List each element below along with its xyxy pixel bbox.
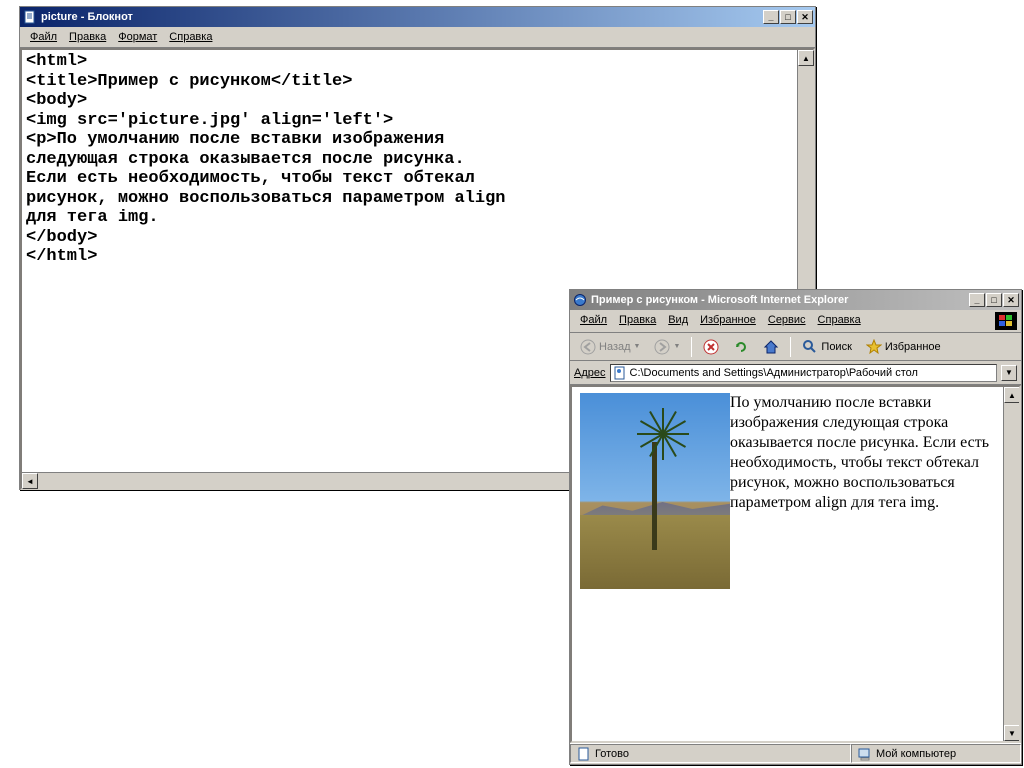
separator [790, 337, 791, 357]
windows-logo-icon [995, 312, 1017, 330]
back-button[interactable]: Назад ▼ [574, 336, 646, 358]
maximize-button[interactable]: □ [986, 293, 1002, 307]
refresh-icon [733, 339, 749, 355]
home-button[interactable] [757, 336, 785, 358]
back-arrow-icon [580, 339, 596, 355]
menu-favorites[interactable]: Избранное [694, 312, 762, 330]
ie-client-area: По умолчанию после вставки изображения с… [570, 385, 1021, 743]
close-button[interactable]: ✕ [797, 10, 813, 24]
notepad-icon [22, 9, 38, 25]
ie-menubar: Файл Правка Вид Избранное Сервис Справка [570, 310, 1021, 333]
address-bar: Адрес C:\Documents and Settings\Админист… [570, 361, 1021, 385]
status-zone: Мой компьютер [851, 744, 1021, 763]
ie-icon [572, 292, 588, 308]
scroll-up-button[interactable]: ▲ [798, 50, 814, 66]
page-icon [577, 747, 591, 761]
menu-help[interactable]: Справка [812, 312, 867, 330]
menu-edit[interactable]: Правка [63, 29, 112, 45]
chevron-down-icon: ▼ [673, 343, 680, 350]
notepad-title: picture - Блокнот [41, 11, 763, 23]
address-value: C:\Documents and Settings\Администратор\… [630, 367, 918, 379]
notepad-text-content[interactable]: <html> <title>Пример с рисунком</title> … [22, 50, 813, 269]
home-icon [763, 339, 779, 355]
ie-toolbar: Назад ▼ ▼ Поиск Избранное [570, 333, 1021, 361]
refresh-button[interactable] [727, 336, 755, 358]
embedded-image [580, 393, 730, 589]
minimize-button[interactable]: _ [969, 293, 985, 307]
ie-statusbar: Готово Мой компьютер [570, 743, 1021, 763]
menu-file[interactable]: Файл [24, 29, 63, 45]
computer-icon [858, 747, 872, 761]
menu-file[interactable]: Файл [574, 312, 613, 330]
separator [691, 337, 692, 357]
favorites-button[interactable]: Избранное [860, 336, 947, 358]
stop-button[interactable] [697, 336, 725, 358]
plant-icon [637, 409, 687, 459]
scroll-down-button[interactable]: ▼ [1004, 725, 1020, 741]
ie-titlebar[interactable]: Пример с рисунком - Microsoft Internet E… [570, 290, 1021, 310]
maximize-button[interactable]: □ [780, 10, 796, 24]
forward-button[interactable]: ▼ [648, 336, 686, 358]
notepad-menubar: Файл Правка Формат Справка [20, 27, 815, 48]
status-left: Готово [570, 744, 851, 763]
page-content: По умолчанию после вставки изображения с… [572, 387, 1003, 741]
menu-edit[interactable]: Правка [613, 312, 662, 330]
address-input[interactable]: C:\Documents and Settings\Администратор\… [610, 364, 998, 382]
search-icon [802, 339, 818, 355]
menu-format[interactable]: Формат [112, 29, 163, 45]
address-dropdown-button[interactable]: ▼ [1001, 365, 1017, 381]
search-button[interactable]: Поиск [796, 336, 857, 358]
chevron-down-icon: ▼ [634, 343, 641, 350]
close-button[interactable]: ✕ [1003, 293, 1019, 307]
menu-tools[interactable]: Сервис [762, 312, 812, 330]
scroll-up-button[interactable]: ▲ [1004, 387, 1020, 403]
page-paragraph: По умолчанию после вставки изображения с… [730, 394, 989, 511]
page-icon [613, 366, 627, 380]
vertical-scrollbar[interactable]: ▲ ▼ [1003, 387, 1019, 741]
window-controls: _ □ ✕ [969, 293, 1019, 307]
menu-help[interactable]: Справка [163, 29, 218, 45]
address-label: Адрес [574, 367, 606, 379]
ie-title: Пример с рисунком - Microsoft Internet E… [591, 294, 969, 306]
forward-arrow-icon [654, 339, 670, 355]
minimize-button[interactable]: _ [763, 10, 779, 24]
menu-view[interactable]: Вид [662, 312, 694, 330]
notepad-titlebar[interactable]: picture - Блокнот _ □ ✕ [20, 7, 815, 27]
star-icon [866, 339, 882, 355]
stop-icon [703, 339, 719, 355]
ie-window: Пример с рисунком - Microsoft Internet E… [569, 289, 1022, 765]
window-controls: _ □ ✕ [763, 10, 813, 24]
scroll-left-button[interactable]: ◄ [22, 473, 38, 489]
